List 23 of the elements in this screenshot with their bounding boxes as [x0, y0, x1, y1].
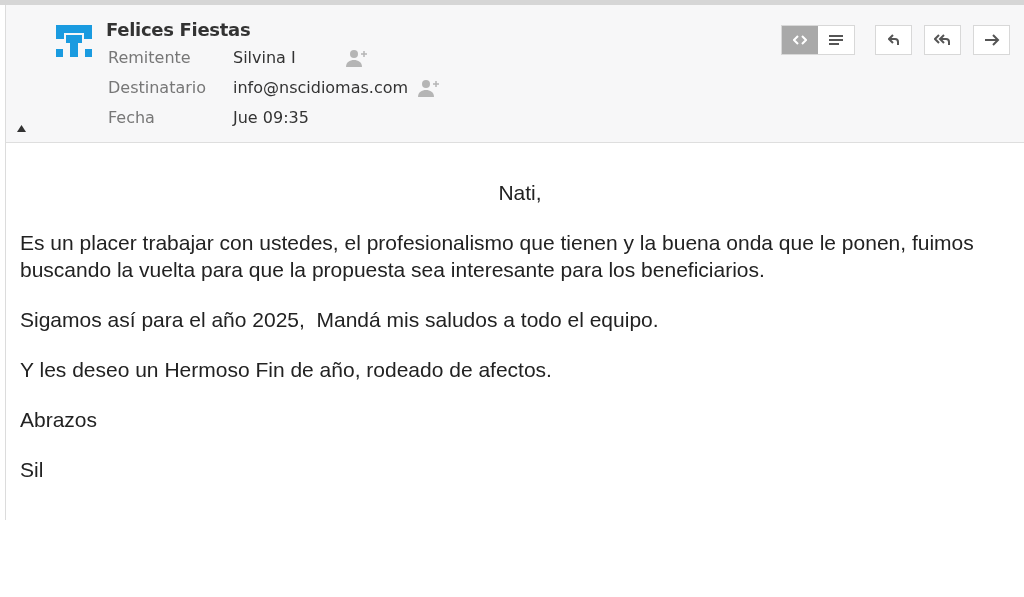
field-value: Silvina I — [233, 47, 296, 69]
field-label: Remitente — [108, 47, 192, 69]
field-value: info@nscidiomas.com — [233, 77, 409, 99]
reply-all-icon — [933, 34, 952, 46]
lines-icon — [829, 35, 843, 45]
view-mode-button[interactable] — [818, 26, 854, 54]
greeting: Nati, — [498, 180, 542, 206]
message-subject: Felices Fiestas — [106, 18, 252, 42]
field-label: Destinatario — [108, 77, 208, 99]
reply-icon — [887, 34, 900, 46]
body-paragraph: Es un placer trabajar con ustedes, el profesionalismo que tienen y la buena onda que le ponen, fuimos buscando la vuelta para que la propuesta sea interesante para los beneficiarios. — [20, 230, 975, 283]
code-icon — [793, 35, 807, 45]
field-label: Fecha — [108, 107, 156, 129]
reply-all-button[interactable] — [924, 25, 961, 55]
arrow-right-icon — [983, 34, 1000, 46]
body-paragraph: Sil — [20, 457, 45, 483]
reply-button[interactable] — [875, 25, 912, 55]
collapse-toggle[interactable] — [16, 124, 26, 132]
body-paragraph: Y les deseo un Hermoso Fin de año, rodeado de afectos. — [20, 357, 553, 383]
body-paragraph: Sigamos así para el año 2025, Mandá mis saludos a todo el equipo. — [20, 307, 660, 333]
forward-button[interactable] — [973, 25, 1010, 55]
body-paragraph: Abrazos — [20, 407, 99, 433]
field-value: Jue 09:35 — [233, 107, 309, 129]
